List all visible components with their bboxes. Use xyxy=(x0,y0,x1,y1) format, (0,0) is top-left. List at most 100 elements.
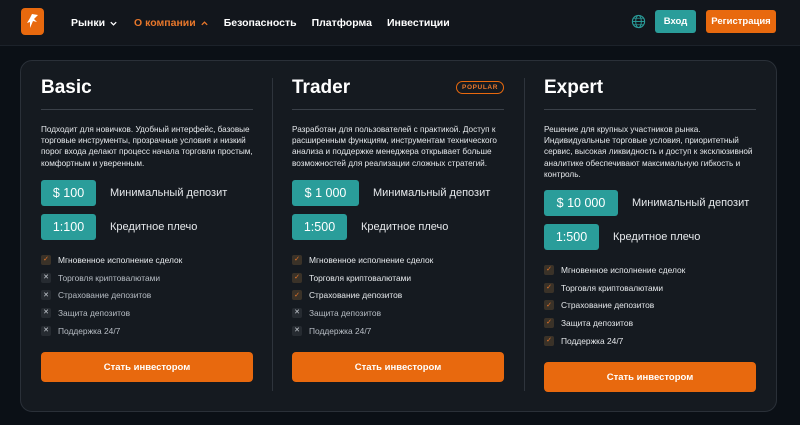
register-button[interactable]: Регистрация xyxy=(706,10,776,33)
leverage-label: Кредитное плечо xyxy=(361,221,449,233)
feature-item: ✓ Страхование депозитов xyxy=(292,286,433,304)
check-icon: ✓ xyxy=(544,282,554,293)
leverage-row: 1:500 Кредитное плечо xyxy=(292,214,448,240)
deposit-label: Минимальный депозит xyxy=(632,197,750,209)
deposit-row: $ 1 000 Минимальный депозит xyxy=(292,180,490,206)
top-header: Рынки О компании Безопасность Платформа … xyxy=(0,0,800,46)
plan-description: Подходит для новичков. Удобный интерфейс… xyxy=(41,125,253,168)
feature-item: ✓ Защита депозитов xyxy=(544,314,685,332)
feature-label: Защита депозитов xyxy=(58,307,131,318)
cross-icon: ✕ xyxy=(41,272,51,283)
feature-label: Торговля криптовалютами xyxy=(58,272,161,283)
cross-icon: ✕ xyxy=(41,290,51,301)
plan-card-basic: Basic Подходит для новичков. Удобный инт… xyxy=(41,60,257,412)
feature-item: ✕ Защита депозитов xyxy=(41,304,182,322)
feature-label: Защита депозитов xyxy=(309,307,382,318)
feature-label: Защита депозитов xyxy=(561,317,634,328)
feature-label: Поддержка 24/7 xyxy=(561,335,624,346)
nav-item-label: Рынки xyxy=(71,17,106,29)
nav-item-about[interactable]: О компании xyxy=(134,17,209,29)
plan-title: Expert xyxy=(544,77,604,98)
feature-item: ✓ Поддержка 24/7 xyxy=(544,332,685,350)
feature-list: ✓ Мгновенное исполнение сделок ✓ Торговл… xyxy=(544,261,685,349)
check-icon: ✓ xyxy=(544,300,554,311)
check-icon: ✓ xyxy=(544,264,554,275)
plan-title: Basic xyxy=(41,77,92,98)
plan-card-expert: Expert Решение для крупных участников ры… xyxy=(544,60,760,412)
brand-logo-icon[interactable] xyxy=(21,8,44,35)
deposit-value: $ 1 000 xyxy=(292,180,359,206)
feature-item: ✕ Страхование депозитов xyxy=(41,286,182,304)
feature-label: Мгновенное исполнение сделок xyxy=(309,254,434,265)
become-investor-button[interactable]: Стать инвестором xyxy=(544,362,756,392)
deposit-row: $ 10 000 Минимальный депозит xyxy=(544,190,749,216)
nav-item-markets[interactable]: Рынки xyxy=(71,17,118,29)
feature-item: ✓ Торговля криптовалютами xyxy=(292,269,433,287)
feature-label: Мгновенное исполнение сделок xyxy=(561,264,686,275)
leverage-label: Кредитное плечо xyxy=(110,221,198,233)
nav-item-platform[interactable]: Платформа xyxy=(312,17,372,29)
deposit-label: Минимальный депозит xyxy=(110,187,228,199)
popular-badge: POPULAR xyxy=(456,81,504,94)
nav-item-label: О компании xyxy=(134,17,196,29)
globe-icon[interactable] xyxy=(631,14,646,29)
plan-divider xyxy=(292,109,504,110)
feature-item: ✓ Мгновенное исполнение сделок xyxy=(544,261,685,279)
plan-card-trader: Trader POPULAR Разработан для пользовате… xyxy=(292,60,508,412)
become-investor-button[interactable]: Стать инвестором xyxy=(292,352,504,382)
feature-label: Торговля криптовалютами xyxy=(309,272,412,283)
check-icon: ✓ xyxy=(544,335,554,346)
leverage-value: 1:500 xyxy=(544,224,599,250)
plan-divider xyxy=(544,109,756,110)
login-button[interactable]: Вход xyxy=(655,10,696,33)
chevron-up-icon xyxy=(201,20,208,25)
leverage-row: 1:100 Кредитное плечо xyxy=(41,214,197,240)
cross-icon: ✕ xyxy=(292,325,302,336)
feature-label: Мгновенное исполнение сделок xyxy=(58,254,183,265)
feature-item: ✓ Страхование депозитов xyxy=(544,296,685,314)
feature-item: ✕ Защита депозитов xyxy=(292,304,433,322)
leverage-label: Кредитное плечо xyxy=(613,231,701,243)
leverage-value: 1:100 xyxy=(41,214,96,240)
leverage-row: 1:500 Кредитное плечо xyxy=(544,224,700,250)
feature-list: ✓ Мгновенное исполнение сделок ✕ Торговл… xyxy=(41,251,182,339)
deposit-label: Минимальный депозит xyxy=(373,187,491,199)
check-icon: ✓ xyxy=(292,254,302,265)
column-divider xyxy=(272,78,273,391)
feature-label: Страхование депозитов xyxy=(309,290,403,301)
nav-item-investments[interactable]: Инвестиции xyxy=(387,17,450,29)
feature-item: ✓ Мгновенное исполнение сделок xyxy=(41,251,182,269)
feature-label: Поддержка 24/7 xyxy=(58,325,121,336)
check-icon: ✓ xyxy=(292,272,302,283)
check-icon: ✓ xyxy=(41,254,51,265)
plan-description: Решение для крупных участников рынка. Ин… xyxy=(544,125,753,179)
plan-description: Разработан для пользователей с практикой… xyxy=(292,125,497,168)
nav-item-security[interactable]: Безопасность xyxy=(224,17,297,29)
cross-icon: ✕ xyxy=(41,307,51,318)
become-investor-button[interactable]: Стать инвестором xyxy=(41,352,253,382)
plan-divider xyxy=(41,109,253,110)
feature-label: Страхование депозитов xyxy=(58,290,152,301)
cross-icon: ✕ xyxy=(292,307,302,318)
plan-title: Trader xyxy=(292,77,351,98)
cross-icon: ✕ xyxy=(41,325,51,336)
feature-item: ✕ Торговля криптовалютами xyxy=(41,269,182,287)
chevron-down-icon xyxy=(110,21,117,26)
feature-item: ✓ Мгновенное исполнение сделок xyxy=(292,251,433,269)
feature-item: ✕ Поддержка 24/7 xyxy=(292,322,433,340)
column-divider xyxy=(524,78,525,391)
feature-label: Поддержка 24/7 xyxy=(309,325,372,336)
check-icon: ✓ xyxy=(544,317,554,328)
nav-item-label: Платформа xyxy=(311,17,372,29)
main-nav: Рынки О компании Безопасность Платформа … xyxy=(71,0,450,46)
feature-label: Торговля криптовалютами xyxy=(561,282,664,293)
deposit-row: $ 100 Минимальный депозит xyxy=(41,180,227,206)
nav-item-label: Безопасность xyxy=(223,17,297,29)
feature-list: ✓ Мгновенное исполнение сделок ✓ Торговл… xyxy=(292,251,433,339)
feature-label: Страхование депозитов xyxy=(561,300,655,311)
check-icon: ✓ xyxy=(292,290,302,301)
leverage-value: 1:500 xyxy=(292,214,347,240)
deposit-value: $ 100 xyxy=(41,180,96,206)
nav-item-label: Инвестиции xyxy=(386,17,450,29)
feature-item: ✕ Поддержка 24/7 xyxy=(41,322,182,340)
